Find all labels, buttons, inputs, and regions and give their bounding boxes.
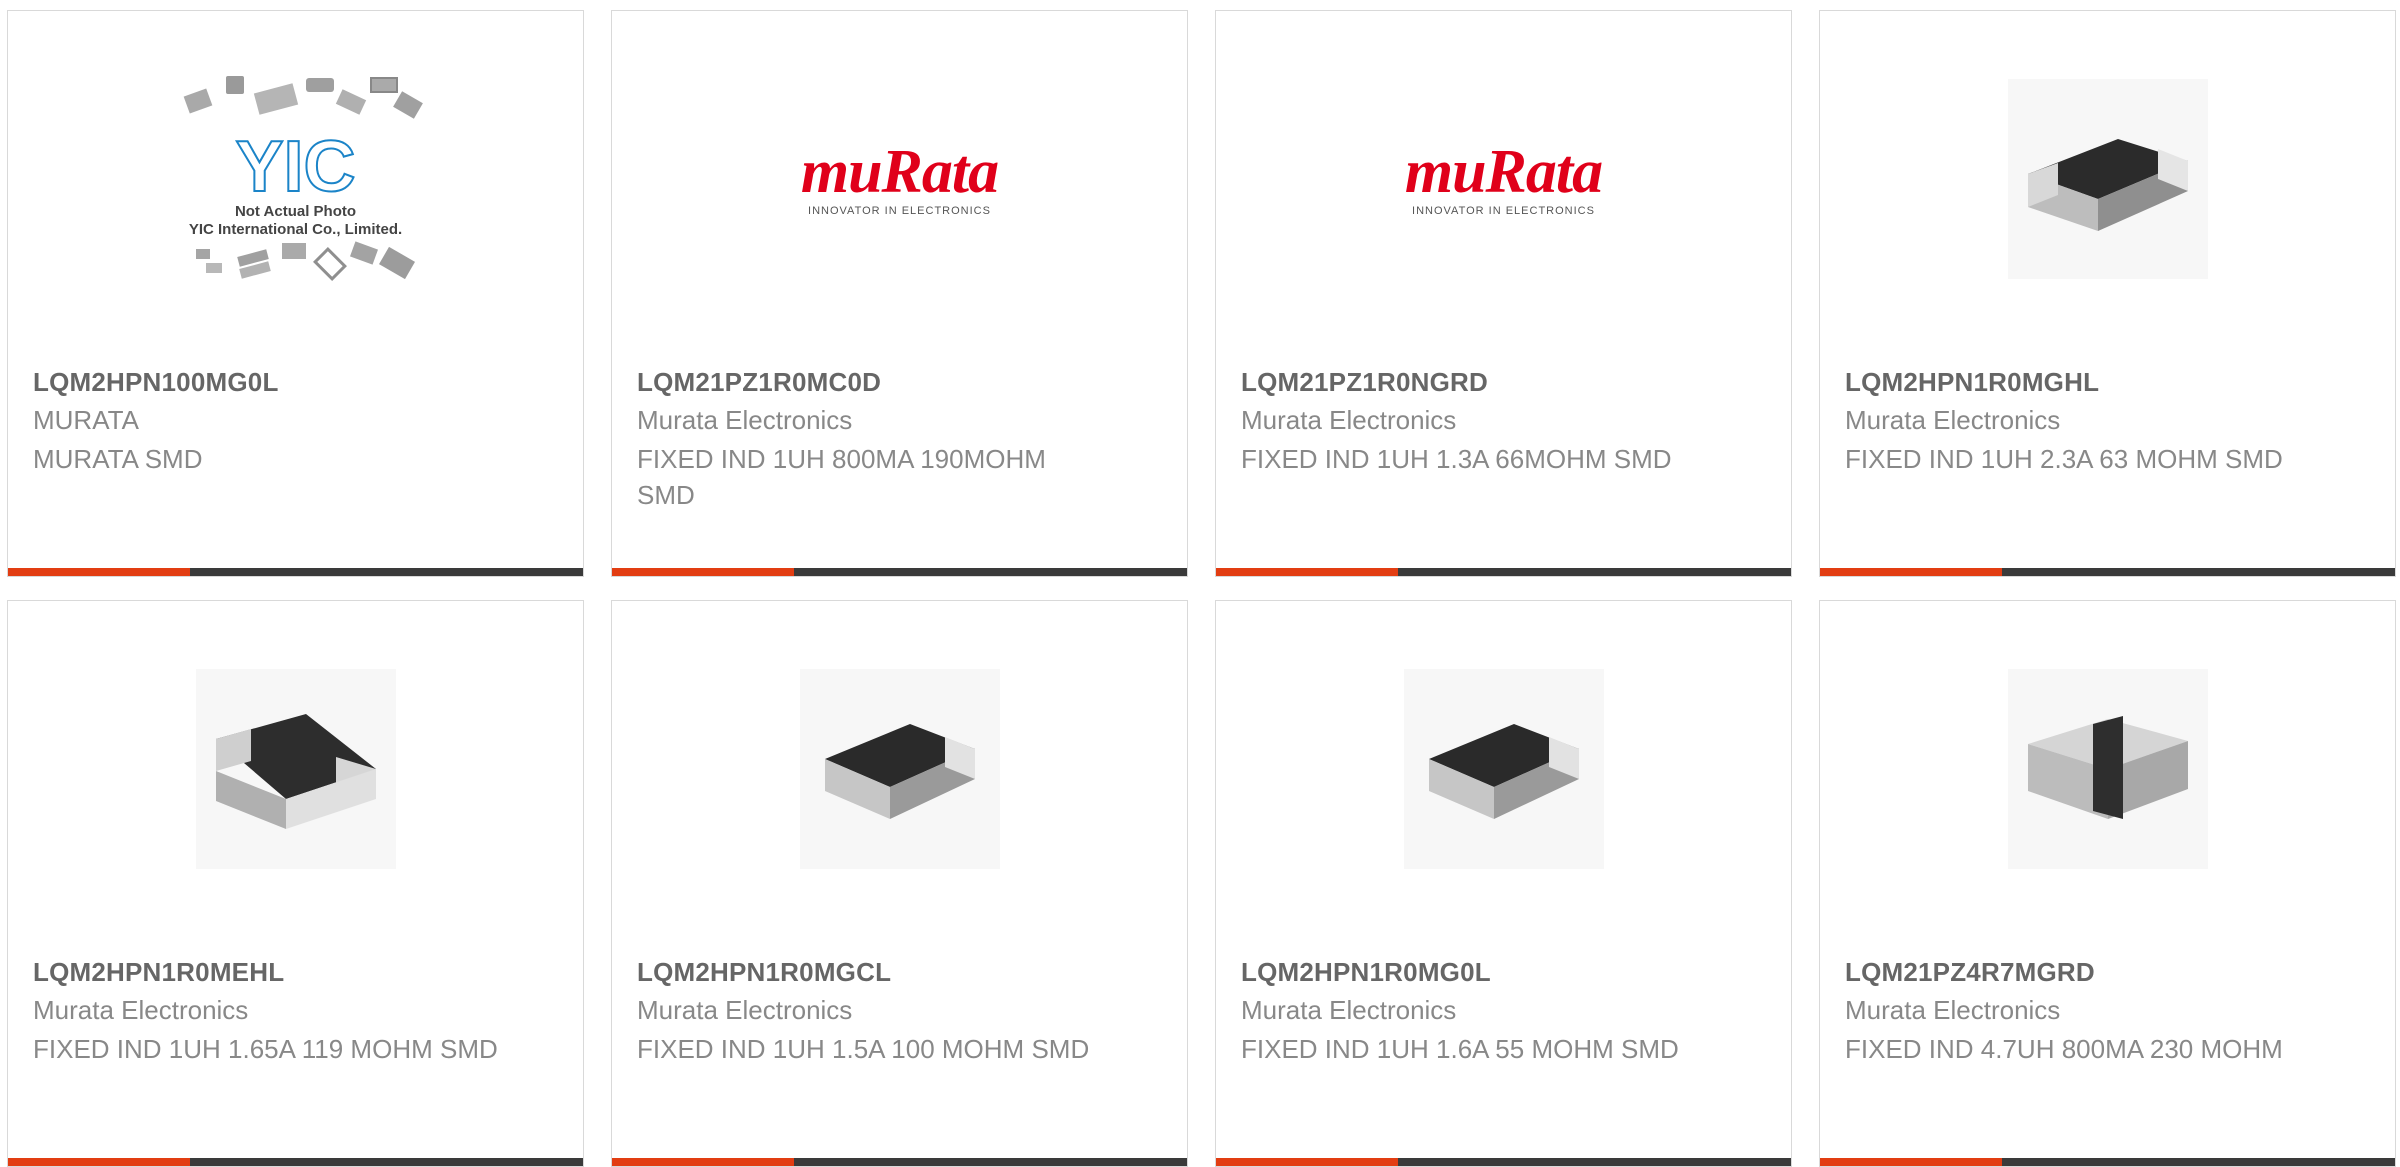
part-number[interactable]: LQM2HPN100MG0L — [33, 367, 279, 398]
card-bottom-bar — [1216, 1158, 1791, 1166]
card-accent — [612, 568, 794, 576]
part-number[interactable]: LQM2HPN1R0MEHL — [33, 957, 284, 988]
product-card[interactable]: YIC Not Actual Photo YIC International C… — [7, 10, 584, 577]
description: FIXED IND 1UH 1.65A 119 MOHM SMD — [33, 1034, 498, 1064]
description: FIXED IND 1UH 1.6A 55 MOHM SMD — [1241, 1034, 1679, 1064]
card-bottom-bar — [8, 1158, 583, 1166]
product-image[interactable] — [1820, 661, 2395, 876]
card-bottom-bar — [612, 568, 1187, 576]
description: FIXED IND 1UH 1.5A 100 MOHM SMD — [637, 1034, 1090, 1064]
product-image[interactable] — [1216, 661, 1791, 876]
smd-chip-photo — [2007, 668, 2208, 869]
manufacturer: MURATA — [33, 405, 139, 435]
card-accent — [1820, 1158, 2002, 1166]
product-card[interactable]: LQM21PZ4R7MGRD Murata Electronics FIXED … — [1819, 600, 2396, 1167]
product-image[interactable] — [612, 661, 1187, 876]
murata-logo: muRata INNOVATOR IN ELECTRONICS — [1404, 137, 1603, 217]
yic-logo: YIC — [234, 126, 356, 207]
description: FIXED IND 1UH 800MA 190MOHM SMD — [637, 444, 1046, 510]
product-image[interactable]: YIC Not Actual Photo YIC International C… — [8, 71, 583, 286]
product-card[interactable]: LQM2HPN1R0MEHL Murata Electronics FIXED … — [7, 600, 584, 1167]
card-bottom-bar — [612, 1158, 1187, 1166]
product-image[interactable] — [8, 661, 583, 876]
card-bottom-bar — [1216, 568, 1791, 576]
part-number[interactable]: LQM2HPN1R0MG0L — [1241, 957, 1491, 988]
murata-logo-tagline: INNOVATOR IN ELECTRONICS — [808, 204, 991, 217]
card-accent — [8, 1158, 190, 1166]
manufacturer: Murata Electronics — [1845, 405, 2061, 435]
manufacturer: Murata Electronics — [33, 995, 249, 1025]
murata-logo-word: muRata — [800, 137, 999, 206]
part-number[interactable]: LQM21PZ1R0NGRD — [1241, 367, 1488, 398]
part-number[interactable]: LQM21PZ4R7MGRD — [1845, 957, 2095, 988]
manufacturer: Murata Electronics — [637, 995, 853, 1025]
smd-chip-photo — [1403, 668, 1604, 869]
part-number[interactable]: LQM2HPN1R0MGCL — [637, 957, 891, 988]
product-image[interactable] — [1820, 71, 2395, 286]
description: FIXED IND 1UH 1.3A 66MOHM SMD — [1241, 444, 1672, 474]
part-number[interactable]: LQM2HPN1R0MGHL — [1845, 367, 2099, 398]
card-accent — [1216, 1158, 1398, 1166]
manufacturer: Murata Electronics — [1241, 405, 1457, 435]
murata-logo: muRata INNOVATOR IN ELECTRONICS — [800, 137, 999, 217]
card-accent — [8, 568, 190, 576]
part-number[interactable]: LQM21PZ1R0MC0D — [637, 367, 881, 398]
murata-logo-tagline: INNOVATOR IN ELECTRONICS — [1412, 204, 1595, 217]
product-image[interactable]: muRata INNOVATOR IN ELECTRONICS — [612, 71, 1187, 286]
description: FIXED IND 4.7UH 800MA 230 MOHM — [1845, 1034, 2283, 1064]
product-card[interactable]: LQM2HPN1R0MGHL Murata Electronics FIXED … — [1819, 10, 2396, 577]
product-card[interactable]: LQM2HPN1R0MGCL Murata Electronics FIXED … — [611, 600, 1188, 1167]
card-bottom-bar — [8, 568, 583, 576]
product-grid: YIC Not Actual Photo YIC International C… — [0, 0, 2400, 1167]
smd-chip-photo — [2007, 78, 2208, 279]
manufacturer: Murata Electronics — [1241, 995, 1457, 1025]
card-accent — [1820, 568, 2002, 576]
smd-chip-photo — [195, 668, 396, 869]
card-bottom-bar — [1820, 568, 2395, 576]
product-card[interactable]: LQM2HPN1R0MG0L Murata Electronics FIXED … — [1215, 600, 1792, 1167]
card-bottom-bar — [1820, 1158, 2395, 1166]
manufacturer: Murata Electronics — [637, 405, 853, 435]
chips-icon — [183, 75, 423, 119]
product-card[interactable]: muRata INNOVATOR IN ELECTRONICS LQM21PZ1… — [611, 10, 1188, 577]
manufacturer: Murata Electronics — [1845, 995, 2061, 1025]
smd-chip-photo — [799, 668, 1000, 869]
company-caption: YIC International Co., Limited. — [188, 220, 403, 238]
murata-logo-word: muRata — [1404, 137, 1603, 206]
description: MURATA SMD — [33, 444, 203, 474]
not-actual-photo-caption: Not Actual Photo — [234, 202, 357, 220]
not-actual-photo-image: YIC Not Actual Photo YIC International C… — [156, 72, 436, 286]
card-accent — [612, 1158, 794, 1166]
card-accent — [1216, 568, 1398, 576]
description: FIXED IND 1UH 2.3A 63 MOHM SMD — [1845, 444, 2283, 474]
product-image[interactable]: muRata INNOVATOR IN ELECTRONICS — [1216, 71, 1791, 286]
chips-icon — [195, 240, 415, 281]
product-card[interactable]: muRata INNOVATOR IN ELECTRONICS LQM21PZ1… — [1215, 10, 1792, 577]
